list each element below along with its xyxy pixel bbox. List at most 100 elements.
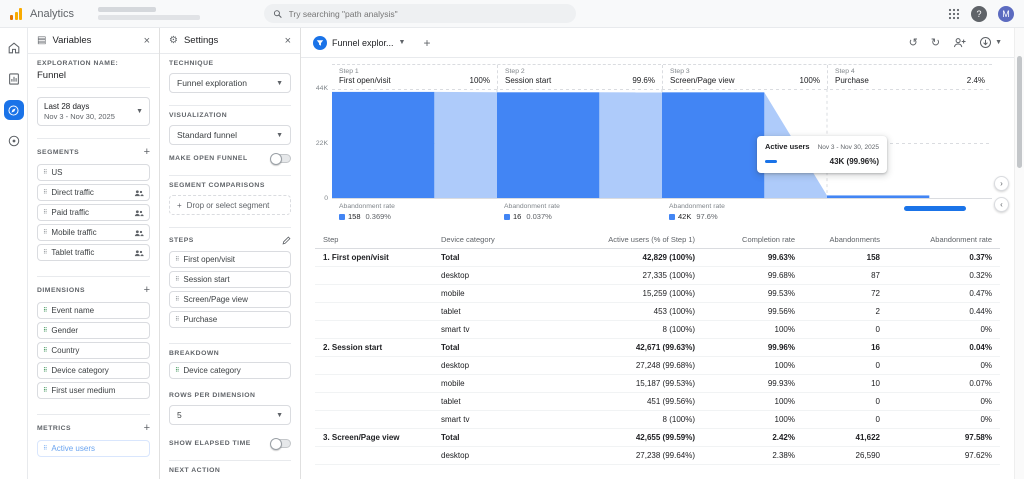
table-column-header[interactable]: Completion rate [703,231,803,249]
table-column-header[interactable]: Abandonments [803,231,888,249]
nav-home-icon[interactable] [4,38,24,58]
apps-grid-icon[interactable] [948,8,960,20]
drag-handle-icon: ⠿ [43,210,47,216]
chip-event-name[interactable]: ⠿Event name [37,302,150,319]
table-row[interactable]: 3. Screen/Page viewTotal42,655 (99.59%)2… [315,429,1000,447]
close-settings-icon[interactable]: × [285,35,291,47]
plus-icon: + [177,201,182,210]
chip-label: First open/visit [183,255,235,264]
table-row[interactable]: smart tv8 (100%)100%00% [315,411,1000,429]
table-cell [315,357,433,375]
chip-mobile-traffic[interactable]: ⠿Mobile traffic [37,224,150,241]
chip-label: First user medium [51,386,115,395]
chart-scroll-right-button[interactable]: › [994,176,1009,191]
avatar[interactable]: M [998,6,1014,22]
export-menu[interactable]: ▼ [979,36,1002,49]
exploration-name-input[interactable]: Funnel [37,70,150,81]
table-row[interactable]: tablet453 (100%)99.56%20.44% [315,303,1000,321]
table-row[interactable]: desktop27,248 (99.68%)100%00% [315,357,1000,375]
page-scrollbar[interactable] [1014,28,1024,479]
table-row[interactable]: smart tv8 (100%)100%00% [315,321,1000,339]
chip-label: Mobile traffic [51,228,96,237]
chip-label: Paid traffic [51,208,89,217]
search-bar[interactable] [264,4,576,23]
settings-gear-icon: ⚙ [169,35,178,46]
open-funnel-toggle[interactable] [271,154,291,163]
technique-select[interactable]: Funnel exploration ▼ [169,73,291,93]
edit-pencil-icon[interactable] [282,236,291,245]
table-cell: smart tv [433,411,538,429]
undo-icon[interactable]: ↺ [909,36,918,49]
chip-purchase[interactable]: ⠿Purchase [169,311,291,328]
table-row[interactable]: desktop27,238 (99.64%)2.38%26,59097.62% [315,447,1000,465]
chip-active-users[interactable]: ⠿Active users [37,440,150,457]
table-row[interactable]: tablet451 (99.56%)100%00% [315,393,1000,411]
table-column-header[interactable]: Device category [433,231,538,249]
chip-device-category[interactable]: ⠿Device category [169,362,291,379]
table-cell [315,447,433,465]
table-cell: 0.04% [888,339,1000,357]
top-app-bar: Analytics ? M [0,0,1024,28]
table-cell: 100% [703,357,803,375]
shared-people-icon [134,229,144,237]
table-cell: 87 [803,267,888,285]
table-column-header[interactable]: Active users (% of Step 1) [538,231,703,249]
visualization-select[interactable]: Standard funnel ▼ [169,125,291,145]
table-cell: 0 [803,321,888,339]
table-row[interactable]: 1. First open/visitTotal42,829 (100%)99.… [315,249,1000,267]
add-tab-button[interactable]: + [423,36,430,50]
nav-reports-icon[interactable] [4,69,24,89]
nav-advertising-icon[interactable] [4,131,24,151]
table-cell: desktop [433,267,538,285]
help-icon[interactable]: ? [971,6,987,22]
chip-label: Session start [183,275,229,284]
table-row[interactable]: desktop27,335 (100%)99.68%870.32% [315,267,1000,285]
chip-first-open-visit[interactable]: ⠿First open/visit [169,251,291,268]
scrollbar-thumb[interactable] [1017,56,1022,168]
funnel-step-header: Step 4Purchase2.4% [827,65,992,89]
chip-paid-traffic[interactable]: ⠿ Paid traffic [37,204,150,221]
date-range-picker[interactable]: Last 28 days Nov 3 - Nov 30, 2025 ▼ [37,97,150,126]
add-dimension-icon[interactable]: + [144,285,150,296]
show-elapsed-time-toggle[interactable] [271,439,291,448]
table-column-header[interactable]: Abandonment rate [888,231,1000,249]
table-cell [315,393,433,411]
add-segment-icon[interactable]: + [144,147,150,158]
tab-funnel-exploration[interactable]: Funnel explor... ▼ [313,36,413,50]
funnel-plot[interactable]: 44K 22K 0 [332,89,992,199]
redo-icon[interactable]: ↻ [931,36,940,49]
share-user-icon[interactable] [953,37,966,48]
chip-direct-traffic[interactable]: ⠿Direct traffic [37,184,150,201]
search-input[interactable] [289,9,568,19]
table-cell: 42,829 (100%) [538,249,703,267]
drag-handle-icon: ⠿ [175,317,179,323]
nav-explore-icon[interactable] [4,100,24,120]
table-cell: 42,671 (99.63%) [538,339,703,357]
funnel-step-header: Step 3Screen/Page view100% [662,65,827,89]
rows-per-dimension-select[interactable]: 5 ▼ [169,405,291,425]
add-metric-icon[interactable]: + [144,423,150,434]
segment-drop-zone[interactable]: + Drop or select segment [169,195,291,215]
account-property-selector[interactable] [98,7,200,20]
chip-first-user-medium[interactable]: ⠿ First user medium [37,382,150,399]
chip-us[interactable]: ⠿US [37,164,150,181]
table-cell: mobile [433,375,538,393]
table-cell: 100% [703,321,803,339]
table-column-header[interactable]: Step [315,231,433,249]
chip-tablet-traffic[interactable]: ⠿Tablet traffic [37,244,150,261]
chip-country[interactable]: ⠿Country [37,342,150,359]
table-row[interactable]: mobile15,259 (100%)99.53%720.47% [315,285,1000,303]
chip-screen-page-view[interactable]: ⠿Screen/Page view [169,291,291,308]
close-variables-icon[interactable]: × [144,35,150,47]
table-row[interactable]: 2. Session startTotal42,671 (99.63%)99.9… [315,339,1000,357]
table-cell: 10 [803,375,888,393]
chip-gender[interactable]: ⠿Gender [37,322,150,339]
chip-session-start[interactable]: ⠿Session start [169,271,291,288]
chip-label: Device category [183,366,240,375]
table-row[interactable]: mobile15,187 (99.53%)99.93%100.07% [315,375,1000,393]
chip-device-category[interactable]: ⠿Device category [37,362,150,379]
table-cell: 0 [803,393,888,411]
drag-handle-icon: ⠿ [43,388,47,394]
table-cell: 99.96% [703,339,803,357]
chart-scroll-left-button[interactable]: ‹ [994,197,1009,212]
